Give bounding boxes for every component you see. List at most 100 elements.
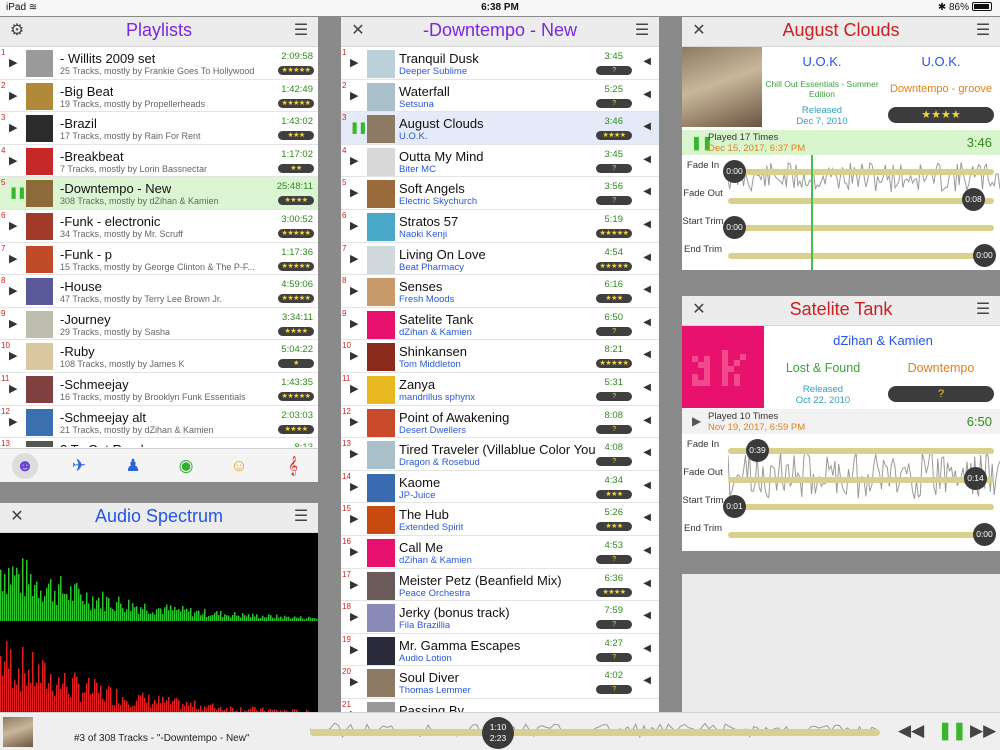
send-to-deck-icon[interactable]: ◀ bbox=[643, 252, 651, 263]
track-row[interactable]: 18 ▶ Jerky (bonus track) Fila Brazillia 7:59… bbox=[341, 601, 659, 634]
playlist-row[interactable]: 1 ▶ - Willits 2009 set 25 Tracks, mostly by… bbox=[0, 47, 318, 80]
pause-icon[interactable]: ❚❚ bbox=[938, 721, 967, 741]
track-artist[interactable]: Electric Skychurch bbox=[399, 196, 477, 207]
play-icon[interactable]: ▶ bbox=[350, 284, 358, 297]
send-to-deck-icon[interactable]: ◀ bbox=[643, 284, 651, 295]
track-row[interactable]: 9 ▶ Satelite Tank dZihan & Kamien 6:50? ◀ bbox=[341, 308, 659, 341]
track-artist[interactable]: Fila Brazillia bbox=[399, 620, 450, 631]
playlist-row[interactable]: 7 ▶ -Funk - p 15 Tracks, mostly by George C… bbox=[0, 243, 318, 276]
play-icon[interactable]: ▶ bbox=[350, 578, 358, 591]
close-icon[interactable]: ✕ bbox=[690, 301, 708, 319]
rating-badge[interactable]: ? bbox=[596, 66, 632, 75]
play-icon[interactable]: ▶ bbox=[9, 252, 17, 265]
fast-forward-icon[interactable]: ▶▶ bbox=[970, 721, 996, 741]
send-to-deck-icon[interactable]: ◀ bbox=[643, 512, 651, 523]
track-artist[interactable]: Naoki Kenji bbox=[399, 229, 447, 240]
deck2-artist[interactable]: dZihan & Kamien bbox=[766, 333, 1000, 348]
track-artist[interactable]: dZihan & Kamien bbox=[399, 555, 472, 566]
deck2-album[interactable]: Lost & Found bbox=[766, 361, 880, 375]
play-icon[interactable]: ▶ bbox=[9, 219, 17, 232]
track-artist[interactable]: Dragon & Rosebud bbox=[399, 457, 480, 468]
rating-badge[interactable]: ? bbox=[596, 620, 632, 630]
track-row[interactable]: 5 ▶ Soft Angels Electric Skychurch 3:56? ◀ bbox=[341, 177, 659, 210]
track-row[interactable]: 20 ▶ Soul Diver Thomas Lemmer 4:02? ◀ bbox=[341, 666, 659, 699]
track-artist[interactable]: dZihan & Kamien bbox=[399, 327, 472, 338]
track-row[interactable]: 14 ▶ Kaome JP-Juice 4:34 ★★★ ◀ bbox=[341, 471, 659, 504]
track-row[interactable]: 16 ▶ Call Me dZihan & Kamien 4:53? ◀ bbox=[341, 536, 659, 569]
send-to-deck-icon[interactable]: ◀ bbox=[643, 578, 651, 589]
rating-badge[interactable]: ? bbox=[596, 326, 632, 336]
user-tab-icon[interactable]: ☻ bbox=[12, 453, 38, 479]
start-trim-knob[interactable]: 0:01 bbox=[723, 495, 746, 518]
playlist-row[interactable]: 8 ▶ -House 47 Tracks, mostly by Terry Lee B… bbox=[0, 275, 318, 308]
end-trim-knob[interactable]: 0:00 bbox=[973, 523, 996, 546]
send-to-deck-icon[interactable]: ◀ bbox=[643, 219, 651, 230]
play-icon[interactable]: ▶ bbox=[350, 382, 358, 395]
menu-icon[interactable]: ☰ bbox=[292, 508, 310, 526]
track-row[interactable]: 1 ▶ Tranquil Dusk Deeper Sublime 3:45? ◀ bbox=[341, 47, 659, 80]
track-row[interactable]: 19 ▶ Mr. Gamma Escapes Audio Lotion 4:27? ◀ bbox=[341, 634, 659, 667]
menu-icon[interactable]: ☰ bbox=[974, 22, 992, 40]
person-tab-icon[interactable]: ♟ bbox=[120, 453, 146, 479]
send-to-deck-icon[interactable]: ◀ bbox=[643, 382, 651, 393]
track-artist[interactable]: Deeper Sublime bbox=[399, 66, 467, 77]
track-artist[interactable]: Biter MC bbox=[399, 164, 436, 175]
fade-out-knob[interactable]: 0:14 bbox=[964, 467, 987, 490]
send-to-deck-icon[interactable]: ◀ bbox=[643, 89, 651, 100]
playlist-row[interactable]: 13▶2 To Get Ready8:13 bbox=[0, 438, 318, 447]
close-icon[interactable]: ✕ bbox=[349, 22, 367, 40]
track-row[interactable]: 13 ▶ Tired Traveler (Villablue Color You D… bbox=[341, 438, 659, 471]
rating-badge[interactable]: ★★★★★ bbox=[278, 98, 314, 108]
rating-badge[interactable]: ★★★★★ bbox=[278, 294, 314, 304]
playlist-row[interactable]: 6 ▶ -Funk - electronic 34 Tracks, mostly by… bbox=[0, 210, 318, 243]
deck1-artist-left[interactable]: U.O.K. bbox=[764, 54, 880, 69]
menu-icon[interactable]: ☰ bbox=[292, 22, 310, 40]
play-icon[interactable]: ▶ bbox=[9, 349, 17, 362]
track-row[interactable]: 12 ▶ Point of Awakening Desert Dwellers 8:08… bbox=[341, 406, 659, 439]
play-icon[interactable]: ▶ bbox=[350, 56, 358, 69]
send-to-deck-icon[interactable]: ◀ bbox=[643, 186, 651, 197]
track-artist[interactable]: Thomas Lemmer bbox=[399, 685, 471, 696]
send-to-deck-icon[interactable]: ◀ bbox=[643, 121, 651, 132]
play-icon[interactable]: ▶ bbox=[350, 252, 358, 265]
playlist-row[interactable]: 11 ▶ -Schmeejay 16 Tracks, mostly by Brookl… bbox=[0, 373, 318, 406]
rating-badge[interactable]: ★★★★★ bbox=[596, 261, 632, 271]
track-row[interactable]: 11 ▶ Zanya mandrillus sphynx 5:31? ◀ bbox=[341, 373, 659, 406]
play-icon[interactable]: ▶ bbox=[350, 89, 358, 102]
track-row[interactable]: 10 ▶ Shinkansen Tom Middleton 8:21 ★★★★★ ◀ bbox=[341, 340, 659, 373]
masks-tab-icon[interactable]: ☺ bbox=[226, 453, 252, 479]
disc-tab-icon[interactable]: ◉ bbox=[173, 453, 199, 479]
rating-badge[interactable]: ? bbox=[596, 424, 632, 434]
rating-badge[interactable]: ★★★★ bbox=[278, 424, 314, 434]
play-icon[interactable]: ▶ bbox=[9, 154, 17, 167]
rating-badge[interactable]: ★★★★★ bbox=[278, 261, 314, 271]
play-icon[interactable]: ▶ bbox=[350, 415, 358, 428]
rating-badge[interactable]: ? bbox=[596, 98, 632, 108]
deck2-rating[interactable]: ? bbox=[888, 386, 994, 402]
send-to-deck-icon[interactable]: ◀ bbox=[643, 317, 651, 328]
rating-badge[interactable]: ★ bbox=[278, 359, 314, 369]
play-icon[interactable]: ▶ bbox=[9, 317, 17, 330]
send-to-deck-icon[interactable]: ◀ bbox=[643, 415, 651, 426]
playlist-row[interactable]: 10 ▶ -Ruby 108 Tracks, mostly by James K 5:0… bbox=[0, 340, 318, 373]
track-artist[interactable]: JP-Juice bbox=[399, 490, 435, 501]
play-icon[interactable]: ▶ bbox=[350, 447, 358, 460]
play-icon[interactable]: ▶ bbox=[9, 284, 17, 297]
play-icon[interactable]: ▶ bbox=[350, 219, 358, 232]
start-trim-knob[interactable]: 0:00 bbox=[723, 216, 746, 239]
rating-badge[interactable]: ? bbox=[596, 196, 632, 206]
play-icon[interactable]: ▶ bbox=[350, 154, 358, 167]
rating-badge[interactable]: ★★★ bbox=[278, 131, 314, 141]
send-to-deck-icon[interactable]: ◀ bbox=[643, 610, 651, 621]
play-icon[interactable]: ▶ bbox=[350, 349, 358, 362]
play-icon[interactable]: ▶ bbox=[350, 643, 358, 656]
rating-badge[interactable]: ? bbox=[596, 652, 632, 662]
rating-badge[interactable]: ★★★★ bbox=[278, 196, 314, 206]
progress-knob[interactable]: 1:10 2:23 bbox=[482, 717, 514, 749]
fade-in-knob[interactable]: 0:00 bbox=[723, 160, 746, 183]
play-icon[interactable]: ▶ bbox=[9, 89, 17, 102]
track-row[interactable]: 6 ▶ Stratos 57 Naoki Kenji 5:19 ★★★★★ ◀ bbox=[341, 210, 659, 243]
send-to-deck-icon[interactable]: ◀ bbox=[643, 675, 651, 686]
rating-badge[interactable]: ★★ bbox=[278, 163, 314, 173]
playlist-row[interactable]: 5 ❚❚ -Downtempo - New 308 Tracks, mostly by… bbox=[0, 177, 318, 210]
